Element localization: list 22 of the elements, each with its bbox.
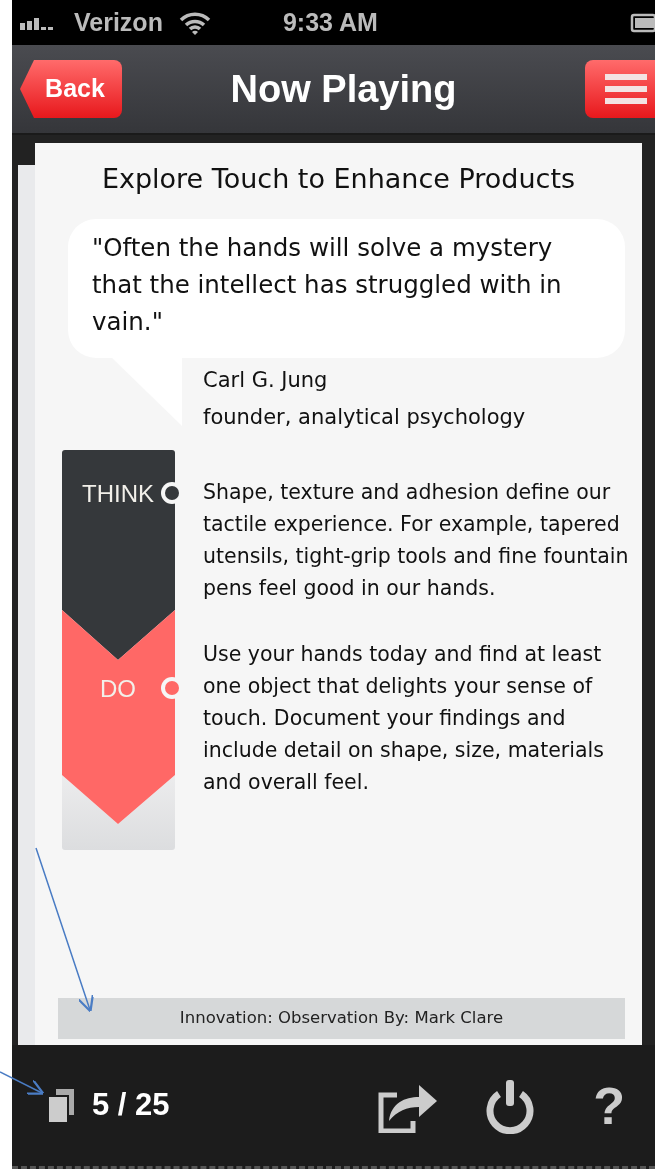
battery-icon	[630, 12, 655, 33]
power-button[interactable]	[485, 1077, 536, 1134]
card-title: Explore Touch to Enhance Products	[100, 163, 577, 196]
menu-icon	[605, 74, 647, 104]
stage-label: THINK	[82, 480, 154, 508]
stage-text: Shape, texture and adhesion define our tactile experience. For example, tapered utensils, tight-grip tools and fine fountain pens feel good in our hands.	[203, 479, 630, 603]
author-role: founder, analytical psychology	[203, 404, 527, 432]
stage-text: Use your hands today and find at least one object that delights your sense of touch. Document your findings and include detail on shape, size, materials and overall feel.	[203, 641, 605, 797]
credit-bar: Innovation: Observation By: Mark Clare	[58, 998, 625, 1039]
status-time: 9:33 AM	[282, 6, 378, 38]
menu-button[interactable]	[585, 60, 655, 118]
pages-icon	[48, 1088, 74, 1123]
screen-title: Now Playing	[230, 66, 457, 112]
page-counter: 5 / 25	[92, 1086, 170, 1125]
annotation-arrow	[0, 1071, 45, 1095]
help-button[interactable]: ?	[593, 1079, 625, 1132]
author-name: Carl G. Jung	[203, 367, 329, 395]
carrier-name: Verizon	[74, 6, 163, 38]
back-button[interactable]: Back	[20, 60, 122, 118]
stage-label: DO	[100, 675, 136, 703]
power-icon	[485, 1077, 536, 1134]
wifi-icon	[178, 10, 211, 35]
